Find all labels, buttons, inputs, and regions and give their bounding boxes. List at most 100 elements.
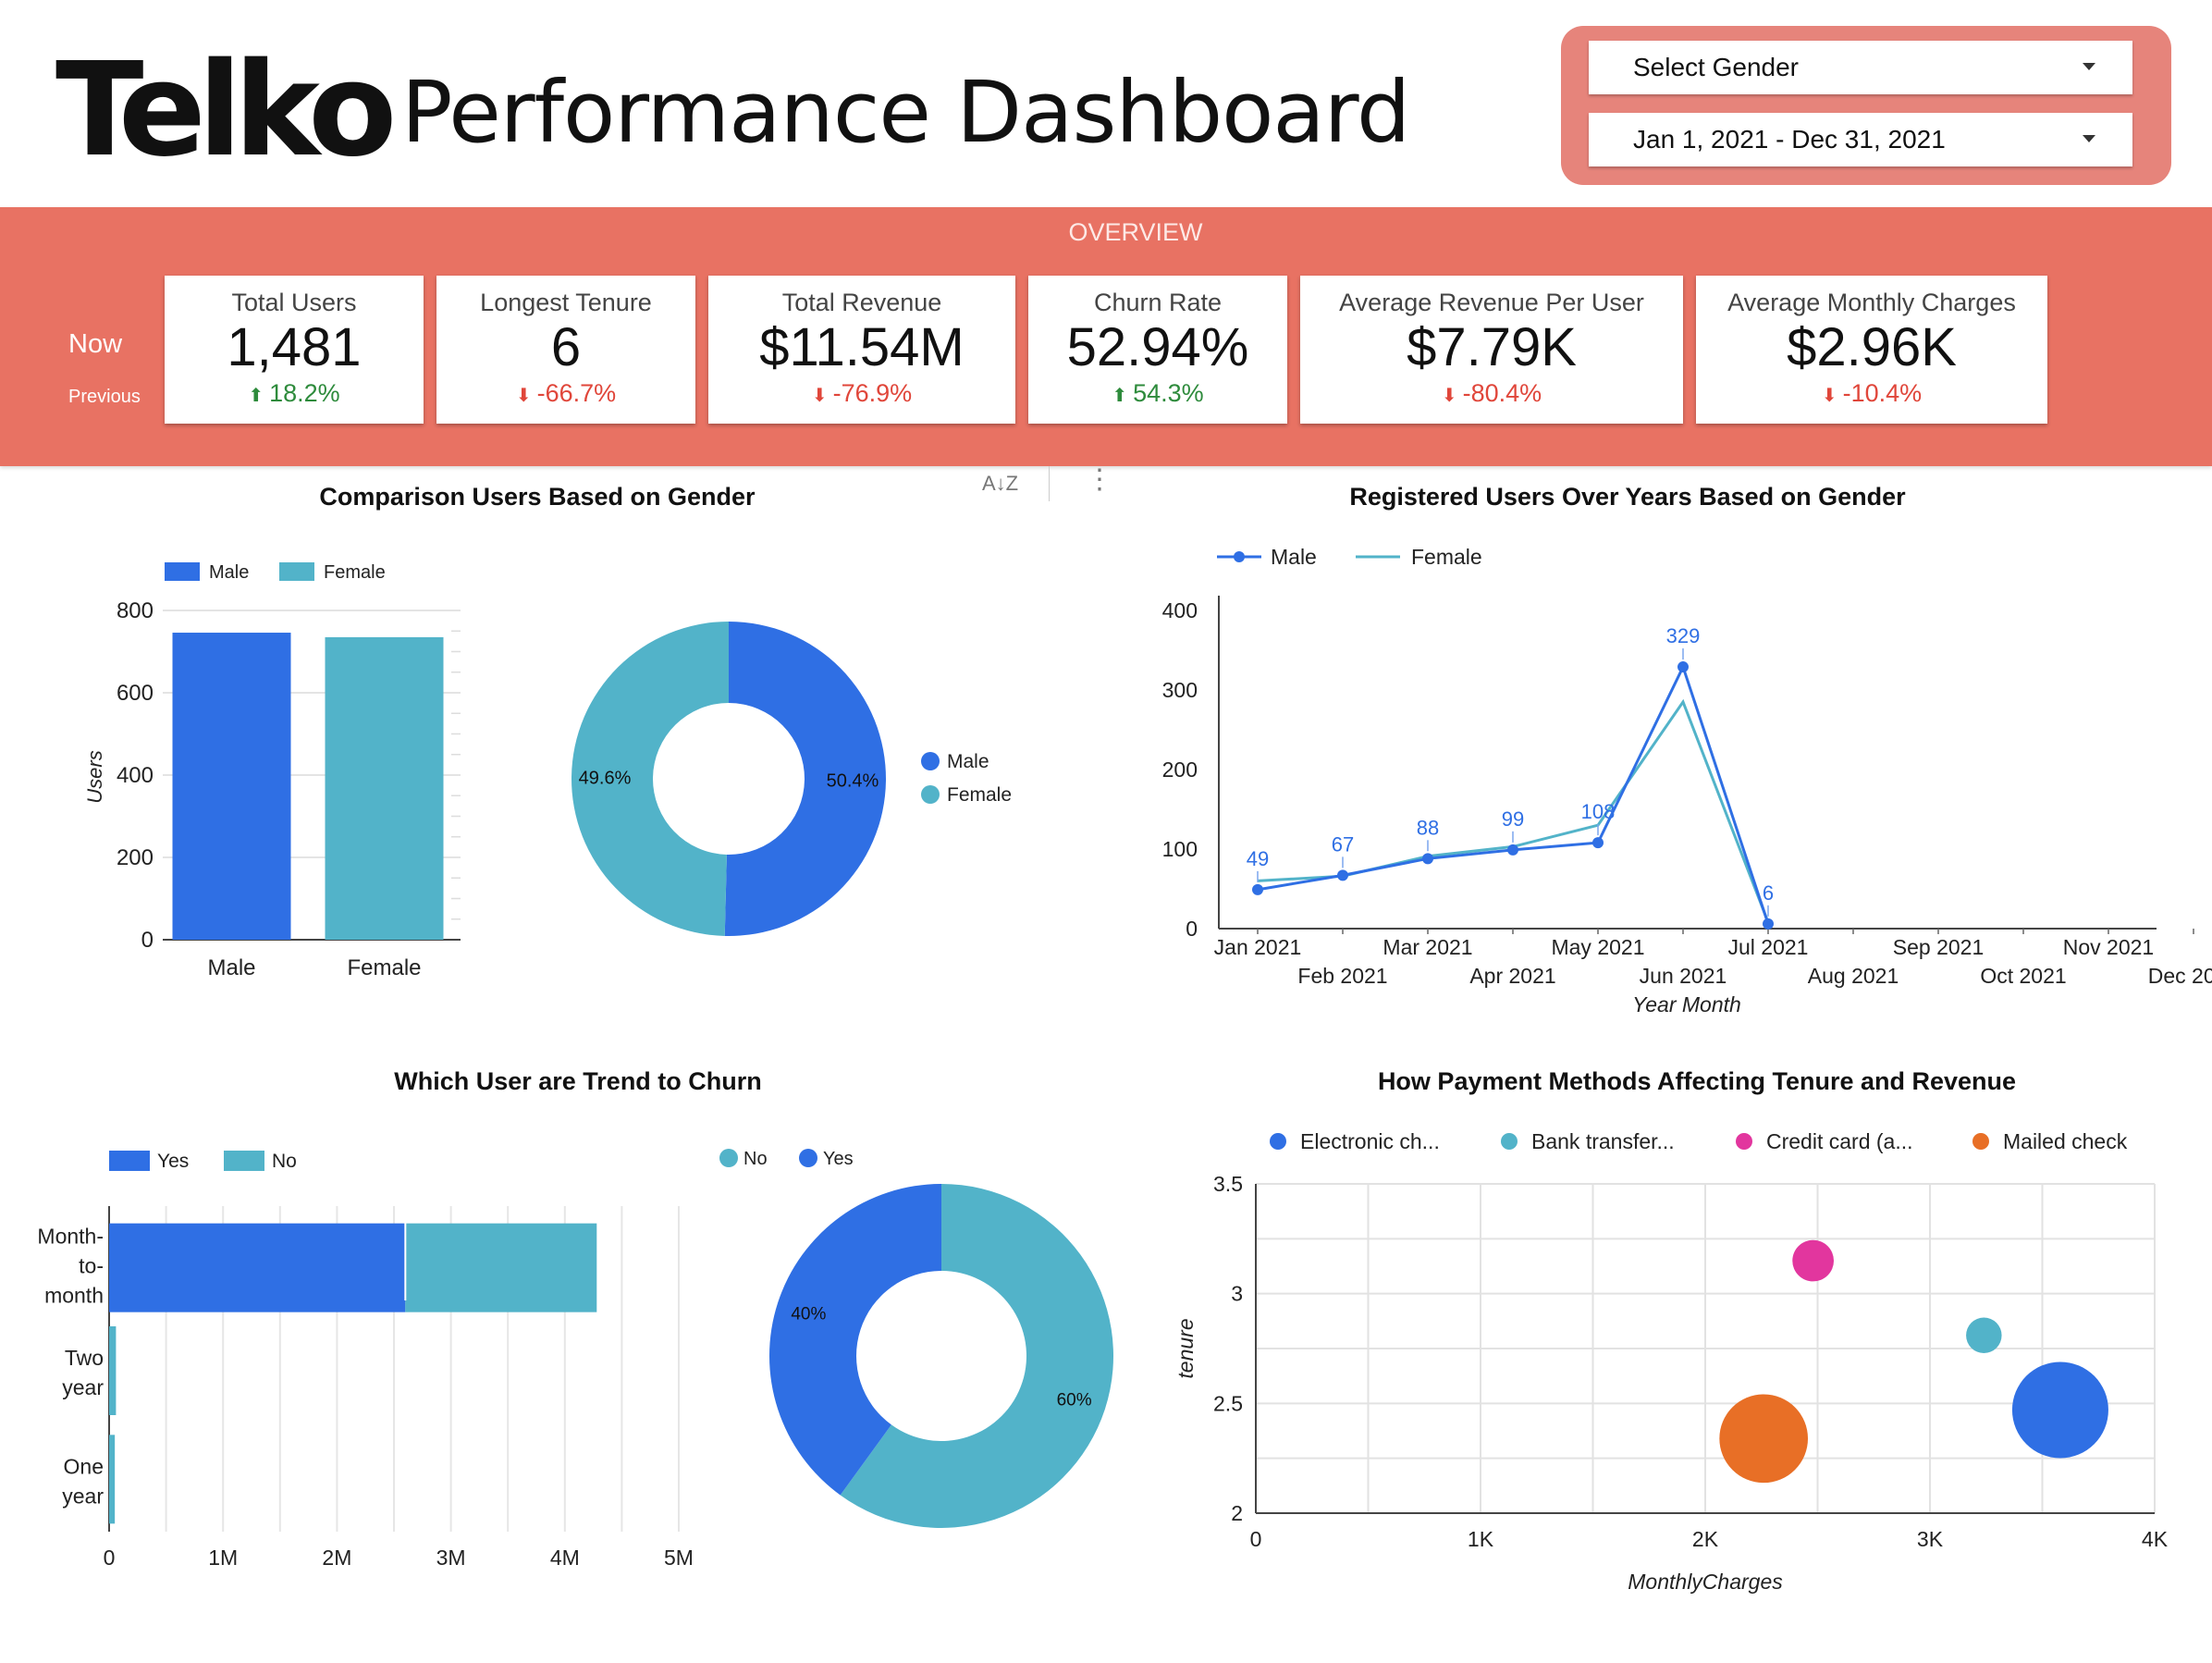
legend-dot	[1972, 1133, 1989, 1150]
data-point	[1677, 661, 1689, 673]
kpi-title: Average Revenue Per User	[1339, 289, 1644, 316]
y-tick-label: 2.5	[1213, 1391, 1243, 1415]
kpi-value: $11.54M	[759, 317, 965, 377]
slice-label: 60%	[1057, 1391, 1092, 1410]
legend-dot	[719, 1149, 738, 1167]
kpi-delta-value: 54.3%	[1133, 378, 1204, 407]
y-tick-label: 400	[117, 763, 154, 788]
gender-bar-chart: Male Female 0 200 400 600 800 Users Male Female	[83, 562, 461, 980]
kpi-churn-rate: Churn Rate 52.94% ⬆ 54.3%	[1028, 276, 1287, 424]
legend-dot	[1501, 1133, 1518, 1150]
bar-segment-no	[109, 1326, 117, 1415]
legend-dot	[799, 1149, 817, 1167]
kpi-delta: ⬆ 18.2%	[165, 379, 424, 408]
x-tick-label: Mar 2021	[1382, 935, 1472, 959]
caret-down-icon	[2083, 135, 2095, 142]
kpi-delta: ⬇ -80.4%	[1300, 379, 1683, 408]
y-tick-label: 3.5	[1213, 1172, 1243, 1196]
date-range-dropdown[interactable]: Jan 1, 2021 - Dec 31, 2021	[1589, 113, 2132, 166]
x-tick-label: 2M	[322, 1546, 351, 1570]
legend-label: Bank transfer...	[1531, 1129, 1675, 1153]
toolbar-divider	[1049, 466, 1050, 501]
telko-logo: Telko	[55, 35, 397, 186]
kpi-title: Average Monthly Charges	[1727, 289, 2016, 316]
data-point	[1252, 883, 1263, 895]
x-tick-label: Female	[347, 955, 421, 980]
slice-label: 50.4%	[827, 771, 879, 792]
kpi-value: $2.96K	[1787, 317, 1957, 377]
bar-segment-yes	[109, 1223, 406, 1312]
legend-dot	[1234, 551, 1245, 562]
kpi-delta-value: -80.4%	[1462, 378, 1542, 407]
x-tick-label: 3K	[1917, 1527, 1944, 1551]
arrow-down-icon: ⬇	[1441, 385, 1457, 406]
legend-label: Electronic ch...	[1300, 1129, 1440, 1153]
legend-label: Male	[1271, 545, 1317, 569]
x-tick-label: 5M	[664, 1546, 694, 1570]
x-tick-label: 1K	[1468, 1527, 1494, 1551]
legend-label: Female	[324, 562, 386, 583]
arrow-up-icon: ⬆	[248, 385, 264, 406]
kpi-delta-value: -66.7%	[536, 378, 617, 407]
kpi-delta: ⬆ 54.3%	[1028, 379, 1287, 408]
category-label: year	[62, 1375, 104, 1399]
sort-az-icon[interactable]: A↓Z	[982, 472, 1018, 496]
bar-female	[325, 636, 444, 940]
more-vert-icon[interactable]: ⋮	[1086, 466, 1113, 494]
y-tick-label: 800	[117, 598, 154, 623]
churn-donut-chart: No Yes 60% 40%	[719, 1149, 1113, 1528]
bubble	[2011, 1361, 2108, 1459]
y-tick-label: 300	[1162, 678, 1198, 702]
payment-chart-title: How Payment Methods Affecting Tenure and…	[1377, 1067, 2017, 1095]
legend-label: Male	[209, 562, 249, 583]
data-label: 67	[1332, 832, 1354, 856]
y-tick-label: 0	[141, 928, 154, 953]
x-tick-label: Apr 2021	[1469, 964, 1555, 988]
y-tick-label: 0	[1186, 917, 1198, 941]
overview-label: OVERVIEW	[1068, 218, 1203, 246]
x-tick-label: 0	[104, 1546, 116, 1570]
data-label: 6	[1763, 881, 1774, 905]
y-tick-label: 400	[1162, 598, 1198, 622]
kpi-delta: ⬇ -66.7%	[436, 379, 695, 408]
x-tick-label: 3M	[436, 1546, 466, 1570]
data-label: 88	[1417, 816, 1439, 839]
overview-panel: OVERVIEW Now Previous Total Users 1,481 …	[0, 207, 2212, 466]
data-point	[1592, 837, 1604, 849]
slice-label: 49.6%	[579, 768, 632, 788]
category-label: to-	[79, 1254, 104, 1278]
kpi-delta-value: 18.2%	[269, 378, 340, 407]
y-tick-label: 2	[1231, 1501, 1243, 1525]
arrow-down-icon: ⬇	[515, 385, 532, 406]
data-point	[1763, 918, 1774, 930]
x-tick-label: Oct 2021	[1980, 964, 2066, 988]
category-label: One	[64, 1454, 104, 1478]
bar-male	[172, 633, 291, 940]
x-tick-label: Aug 2021	[1808, 964, 1899, 988]
legend-dot	[921, 785, 940, 804]
x-tick-label: Sep 2021	[1893, 935, 1984, 959]
payment-bubble-chart: Electronic ch... Bank transfer... Credit c…	[1174, 1129, 2169, 1594]
legend-label: Credit card (a...	[1766, 1129, 1913, 1153]
legend-swatch	[165, 562, 200, 581]
kpi-delta-value: -10.4%	[1842, 378, 1923, 407]
bubble	[1719, 1394, 1809, 1484]
previous-label: Previous	[68, 387, 141, 407]
bubble	[1792, 1239, 1834, 1282]
gender-chart-title: Comparison Users Based on Gender	[319, 483, 756, 511]
data-label: 49	[1247, 847, 1269, 870]
date-range-label: Jan 1, 2021 - Dec 31, 2021	[1633, 125, 1946, 154]
kpi-value: 6	[550, 317, 582, 377]
x-tick-label: 2K	[1692, 1527, 1719, 1551]
gender-donut-chart: 50.4% 49.6% Male Female	[571, 622, 1012, 936]
kpi-delta-value: -76.9%	[832, 378, 913, 407]
data-point	[1507, 844, 1518, 856]
x-tick-label: Feb 2021	[1297, 964, 1387, 988]
kpi-total-users: Total Users 1,481 ⬆ 18.2%	[165, 276, 424, 424]
legend-label: Yes	[157, 1151, 189, 1172]
now-label: Now	[68, 329, 123, 359]
category-label: Two	[65, 1346, 104, 1370]
bar-segment-no	[405, 1223, 597, 1312]
gender-filter-dropdown[interactable]: Select Gender	[1589, 41, 2132, 94]
registered-line-chart: Male Female 0 100 200 300 400 Jan 2021 Feb 2021 M…	[1162, 545, 2212, 1016]
